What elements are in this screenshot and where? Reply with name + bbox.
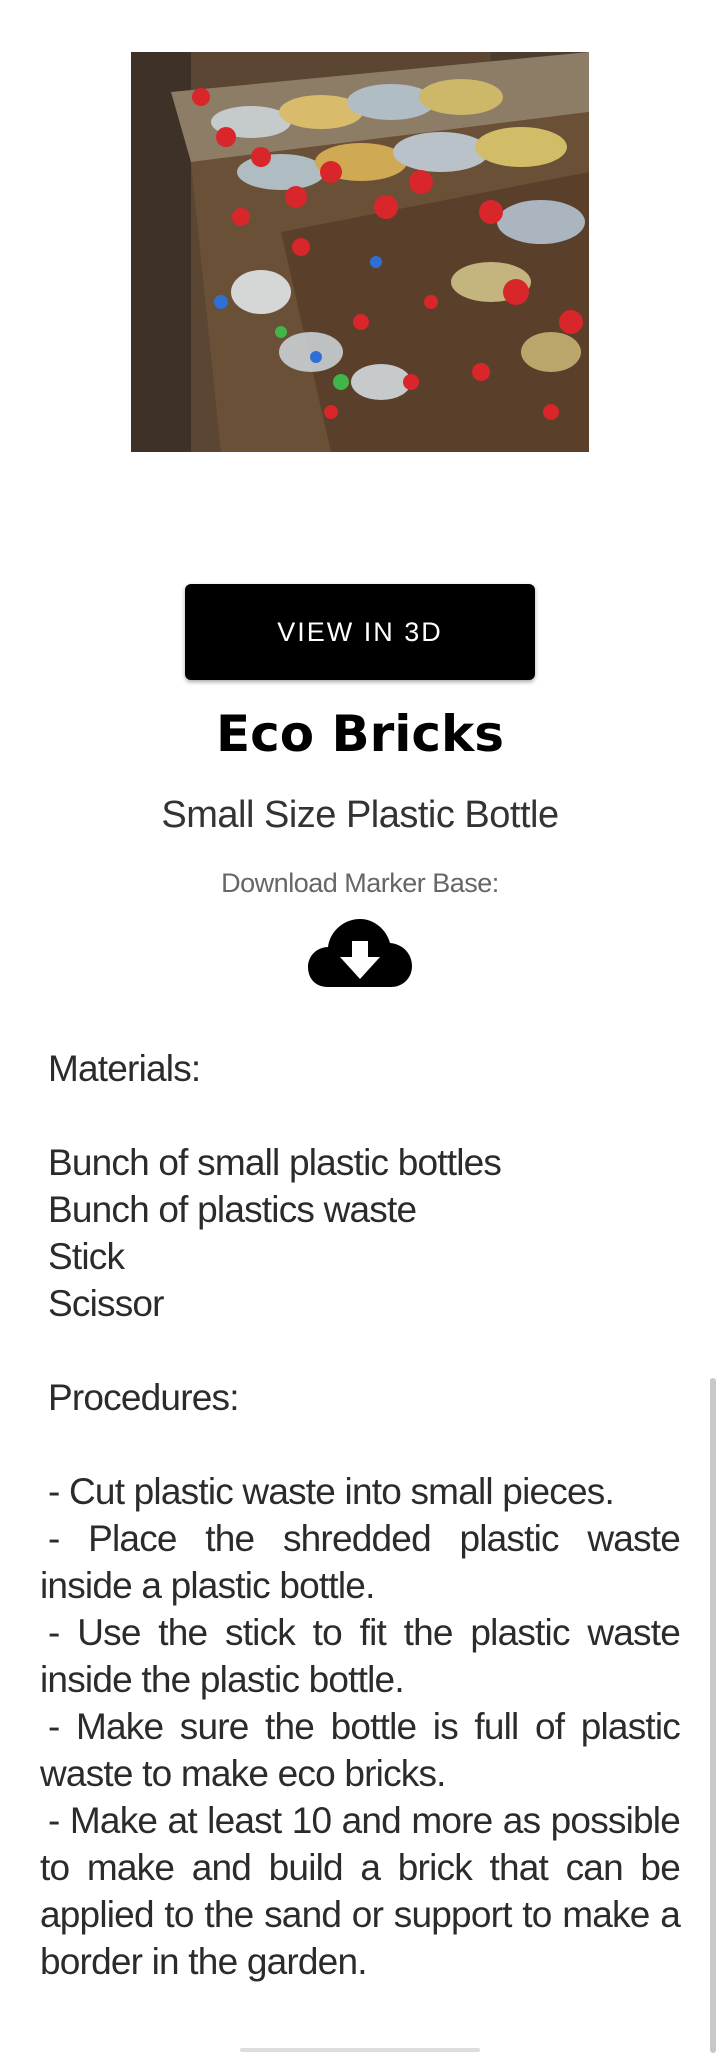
instructions: Materials: Bunch of small plastic bottle… [40,1045,681,1985]
procedure-step: - Cut plastic waste into small pieces. [48,1471,615,1512]
material-item: Bunch of plastics waste [48,1189,417,1230]
procedure-step: - Make at least 10 and more as possible … [40,1800,681,1982]
cloud-download-icon[interactable] [308,917,412,987]
materials-heading: Materials: [48,1048,201,1089]
download-marker-label: Download Marker Base: [221,868,499,898]
material-item: Stick [48,1236,125,1277]
scrollbar[interactable] [710,1378,716,2053]
procedures-heading: Procedures: [48,1377,240,1418]
material-item: Scissor [48,1283,165,1324]
material-item: Bunch of small plastic bottles [48,1142,502,1183]
bottom-divider [240,2048,480,2052]
page-title: Eco Bricks [215,705,505,763]
eco-bricks-photo [131,52,589,452]
view-in-3d-button[interactable]: VIEW IN 3D [185,584,535,680]
procedure-step: - Place the shredded plastic waste insid… [40,1518,681,1606]
page-subtitle: Small Size Plastic Bottle [161,794,559,836]
procedure-step: - Use the stick to fit the plastic waste… [40,1612,681,1700]
procedure-step: - Make sure the bottle is full of plasti… [40,1706,681,1794]
